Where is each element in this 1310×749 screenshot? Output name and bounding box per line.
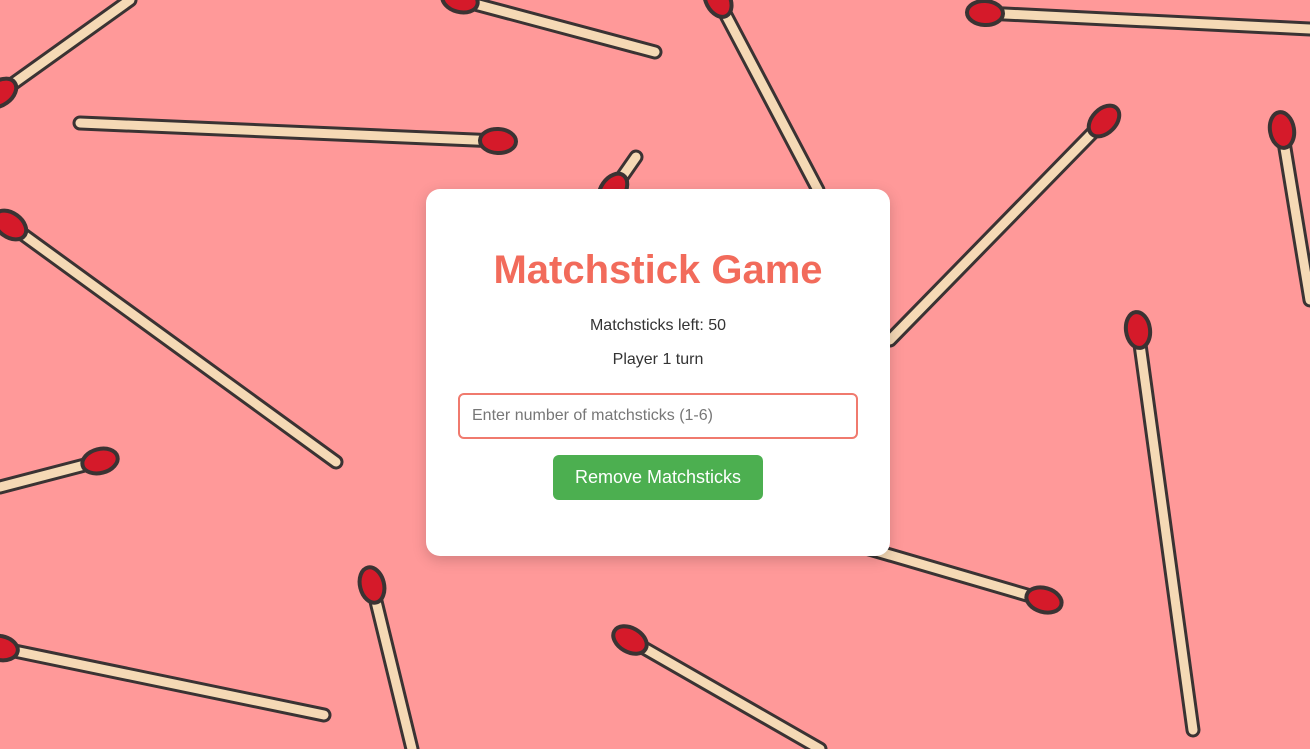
matchsticks-left-text: Matchsticks left: 50	[589, 317, 727, 334]
player-turn-text: Player 1 turn	[612, 351, 704, 368]
matchstick-count-input[interactable]	[458, 393, 858, 439]
matchstick-head	[965, 0, 1005, 28]
remove-matchsticks-button[interactable]: Remove Matchsticks	[553, 455, 763, 500]
matchstick-head	[478, 126, 518, 156]
game-title: Matchstick Game	[493, 248, 823, 292]
game-card: Matchstick Game Matchsticks left: 50 Pla…	[426, 189, 890, 556]
